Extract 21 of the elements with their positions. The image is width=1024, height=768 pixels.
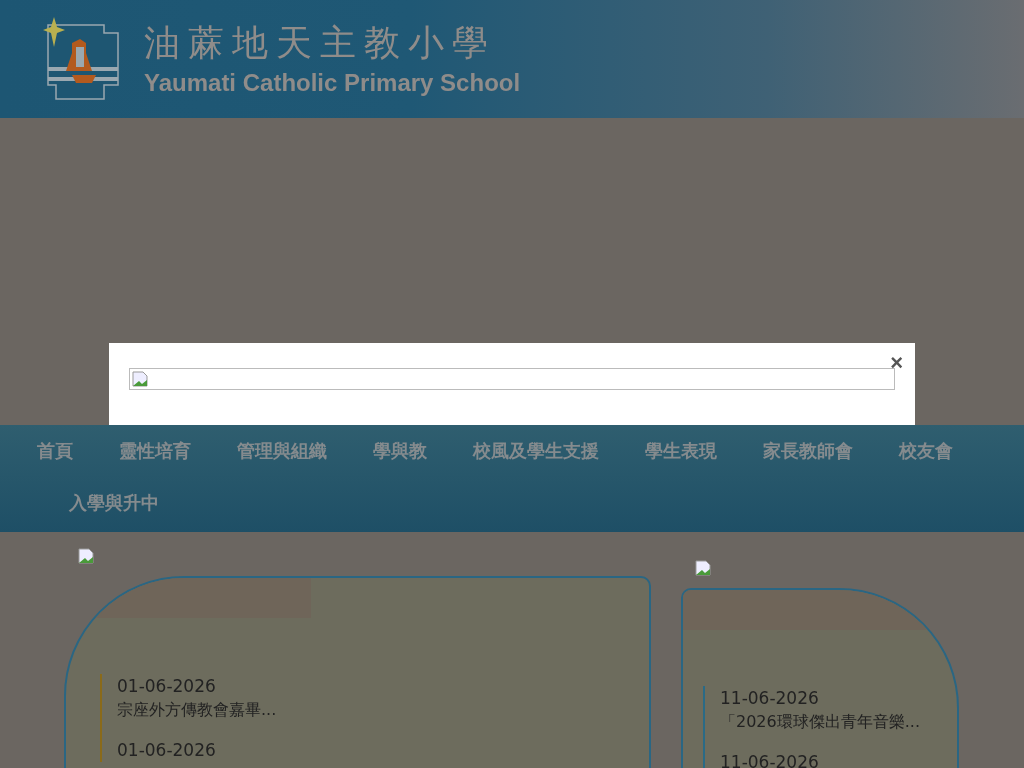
nav-link[interactable]: 學生表現 (645, 425, 717, 477)
news-title[interactable]: 宗座外方傳教會嘉畢... (117, 698, 649, 722)
nav-link[interactable]: 入學與升中 (69, 477, 159, 529)
broken-image-icon (695, 560, 711, 576)
school-name-chinese: 油蔴地天主教小學 (144, 21, 497, 65)
broken-image-icon (78, 548, 94, 564)
news-date: 11-06-2026 (720, 751, 820, 768)
school-name-english: Yaumati Catholic Primary School (144, 69, 521, 97)
broken-image-icon (132, 371, 148, 387)
news-title[interactable]: 「2026環球傑出青年音樂... (720, 710, 957, 734)
nav-link[interactable]: 靈性培育 (119, 425, 191, 477)
close-button[interactable]: × (890, 353, 903, 373)
nav-link[interactable]: 校風及學生支援 (473, 425, 599, 477)
nav-link[interactable]: 校友會 (899, 425, 953, 477)
nav-link[interactable]: 管理與組織 (237, 425, 327, 477)
news-date: 01-06-2026 (117, 675, 217, 698)
news-date: 01-06-2026 (117, 739, 217, 762)
nav-link[interactable]: 家長教師會 (763, 425, 853, 477)
news-date: 11-06-2026 (720, 687, 820, 710)
nav-link[interactable]: 學與教 (373, 425, 427, 477)
nav-link[interactable]: 首頁 (37, 425, 73, 477)
